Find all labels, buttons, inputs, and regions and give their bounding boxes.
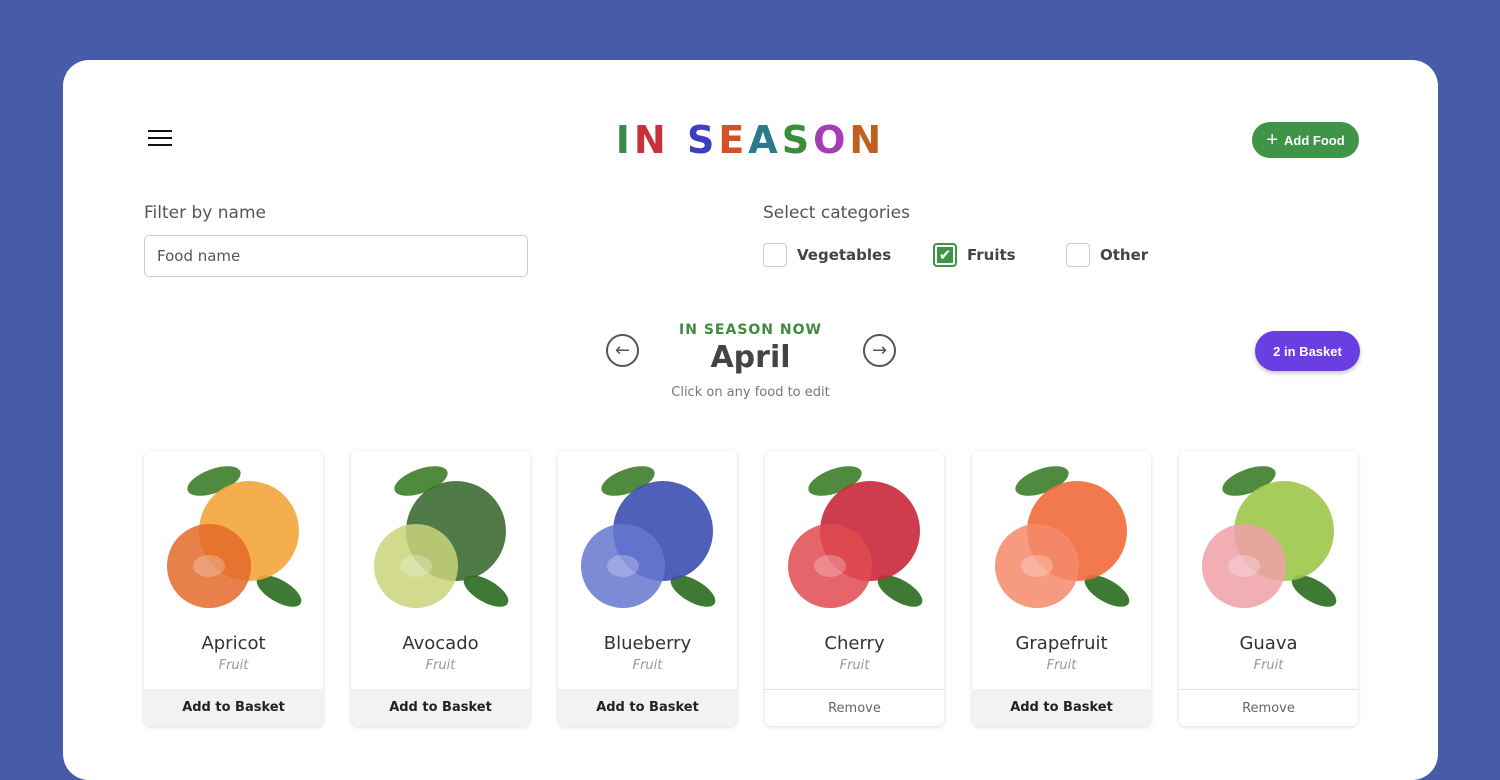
food-type: Fruit [425,658,456,673]
logo-letter: N [849,118,886,162]
checkbox[interactable] [1066,243,1090,267]
basket-button[interactable]: 2 in Basket [1255,331,1360,371]
food-name: Apricot [201,633,266,654]
season-header: IN SEASON NOW April Click on any food to… [63,322,1438,400]
food-card[interactable]: Guava Fruit Remove [1179,451,1358,726]
edit-hint: Click on any food to edit [671,385,830,400]
remove-button[interactable]: Remove [765,689,944,726]
remove-button[interactable]: Remove [1179,689,1358,726]
food-name: Guava [1239,633,1298,654]
food-type: Fruit [218,658,249,673]
food-image [995,466,1130,608]
category-checkbox-fruits[interactable]: ✔ Fruits [933,243,1016,267]
logo-letter: S [781,118,814,162]
food-image [581,466,716,608]
category-checkbox-vegetables[interactable]: Vegetables [763,243,891,267]
filter-label: Filter by name [144,203,266,223]
add-food-button[interactable]: + Add Food [1252,122,1359,158]
next-month-button[interactable]: → [863,334,896,367]
food-type: Fruit [839,658,870,673]
plus-icon: + [1266,128,1279,151]
food-type: Fruit [1253,658,1284,673]
food-card[interactable]: Blueberry Fruit Add to Basket [558,451,737,726]
checkbox-label: Vegetables [797,246,892,264]
food-name: Avocado [402,633,479,654]
category-checkbox-other[interactable]: Other [1066,243,1148,267]
food-card[interactable]: Apricot Fruit Add to Basket [144,451,323,726]
add-to-basket-button[interactable]: Add to Basket [558,689,737,726]
food-card[interactable]: Grapefruit Fruit Add to Basket [972,451,1151,726]
food-grid: Apricot Fruit Add to Basket Avocado Frui… [144,451,1358,726]
food-card[interactable]: Avocado Fruit Add to Basket [351,451,530,726]
checkbox-label: Other [1100,246,1149,264]
add-to-basket-button[interactable]: Add to Basket [351,689,530,726]
month-title: April [710,340,791,375]
logo-letter: N [633,118,670,162]
logo-letter: S [686,118,719,162]
food-image [788,466,923,608]
logo: IN SEASON [63,118,1438,162]
checkbox-label: Fruits [967,246,1016,264]
food-card[interactable]: Cherry Fruit Remove [765,451,944,726]
checkbox[interactable] [763,243,787,267]
food-image [1202,466,1337,608]
app-panel: IN SEASON +Add Food Filter by name Selec… [63,60,1438,780]
logo-letter: O [813,118,850,162]
logo-letter: E [718,118,749,162]
categories-label: Select categories [763,203,910,223]
checkbox[interactable]: ✔ [933,243,957,267]
food-name: Cherry [824,633,885,654]
food-type: Fruit [632,658,663,673]
add-to-basket-button[interactable]: Add to Basket [144,689,323,726]
logo-letter [670,118,687,162]
food-image [374,466,509,608]
food-image [167,466,302,608]
logo-letter: A [748,118,782,162]
food-type: Fruit [1046,658,1077,673]
add-to-basket-button[interactable]: Add to Basket [972,689,1151,726]
food-name: Blueberry [603,633,692,654]
season-kicker: IN SEASON NOW [679,322,822,338]
food-name-input[interactable] [144,235,528,277]
food-name: Grapefruit [1015,633,1108,654]
logo-letter: I [615,118,634,162]
